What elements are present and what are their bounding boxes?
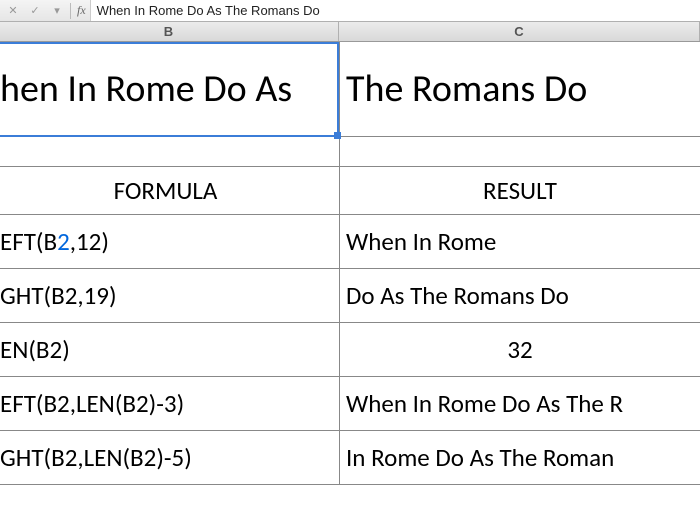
- confirm-icon[interactable]: ✓: [26, 2, 44, 20]
- table-row: EN(B2) 32: [0, 323, 700, 377]
- cell-text: hen In Rome Do As: [0, 66, 292, 112]
- cell-text: When In Rome: [346, 226, 496, 257]
- cell-text: EN(B2): [0, 334, 70, 365]
- cell-b2[interactable]: hen In Rome Do As: [0, 42, 340, 136]
- cell-text: GHT(B2,19): [0, 280, 117, 311]
- result-cell[interactable]: 32: [340, 323, 700, 376]
- table-row: GHT(B2,LEN(B2)-5) In Rome Do As The Roman: [0, 431, 700, 485]
- column-headers: B C: [0, 22, 700, 42]
- formula-cell[interactable]: EFT(B2,12): [0, 215, 340, 268]
- spreadsheet-grid: hen In Rome Do As The Romans Do FORMULA …: [0, 42, 700, 485]
- column-header-b[interactable]: B: [0, 22, 339, 41]
- result-cell[interactable]: In Rome Do As The Roman: [340, 431, 700, 484]
- column-header-c[interactable]: C: [339, 22, 700, 41]
- cell-text: Do As The Romans Do: [346, 280, 569, 311]
- dropdown-icon[interactable]: ▾: [48, 2, 66, 20]
- table-row: EFT(B2,LEN(B2)-3) When In Rome Do As The …: [0, 377, 700, 431]
- result-cell[interactable]: When In Rome Do As The R: [340, 377, 700, 430]
- formula-cell[interactable]: GHT(B2,LEN(B2)-5): [0, 431, 340, 484]
- result-cell[interactable]: Do As The Romans Do: [340, 269, 700, 322]
- table-row: EFT(B2,12) When In Rome: [0, 215, 700, 269]
- header-formula[interactable]: FORMULA: [0, 167, 340, 214]
- formula-cell[interactable]: GHT(B2,19): [0, 269, 340, 322]
- cell-text: In Rome Do As The Roman: [346, 442, 614, 473]
- formula-input[interactable]: When In Rome Do As The Romans Do: [90, 0, 700, 21]
- table-row: GHT(B2,19) Do As The Romans Do: [0, 269, 700, 323]
- header-result[interactable]: RESULT: [340, 167, 700, 214]
- table-row: hen In Rome Do As The Romans Do: [0, 42, 700, 137]
- formula-cell[interactable]: EN(B2): [0, 323, 340, 376]
- fx-label[interactable]: fx: [77, 3, 86, 18]
- cell-text: EFT(B2,12): [0, 226, 109, 257]
- cell-text: The Romans Do: [346, 66, 587, 112]
- cell[interactable]: [340, 137, 700, 166]
- formula-cell[interactable]: EFT(B2,LEN(B2)-3): [0, 377, 340, 430]
- cell[interactable]: [0, 137, 340, 166]
- cell-text: EFT(B2,LEN(B2)-3): [0, 388, 184, 419]
- formula-bar: ✕ ✓ ▾ fx When In Rome Do As The Romans D…: [0, 0, 700, 22]
- cancel-icon[interactable]: ✕: [4, 2, 22, 20]
- cell-c2[interactable]: The Romans Do: [340, 42, 700, 136]
- table-row: FORMULA RESULT: [0, 167, 700, 215]
- cell-text: GHT(B2,LEN(B2)-5): [0, 442, 192, 473]
- table-row: [0, 137, 700, 167]
- cell-text: When In Rome Do As The R: [346, 388, 623, 419]
- divider: [70, 3, 71, 19]
- cell-text: 32: [507, 334, 532, 365]
- result-cell[interactable]: When In Rome: [340, 215, 700, 268]
